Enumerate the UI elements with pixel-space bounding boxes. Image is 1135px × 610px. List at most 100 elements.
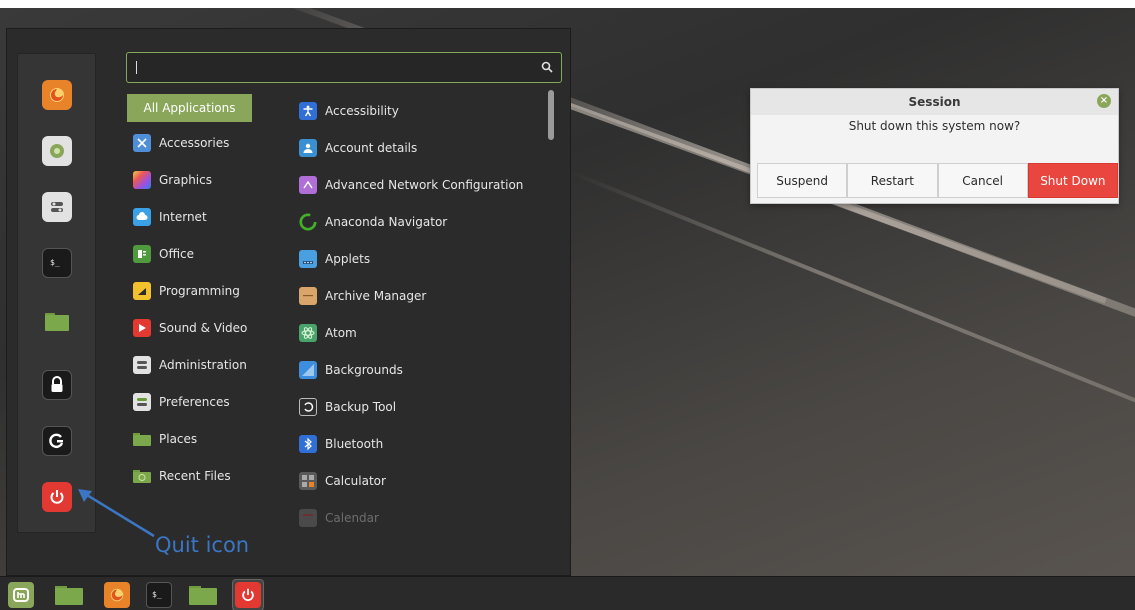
category-office[interactable]: Office bbox=[127, 240, 252, 268]
taskbar-files-icon[interactable] bbox=[188, 582, 218, 608]
category-administration[interactable]: Administration bbox=[127, 351, 252, 379]
preferences-icon bbox=[133, 393, 151, 411]
category-label: Internet bbox=[159, 210, 207, 224]
favorites-sidebar: $_ bbox=[17, 53, 96, 533]
applets-icon bbox=[299, 250, 317, 268]
accessibility-icon bbox=[299, 102, 317, 120]
files-folder-icon[interactable] bbox=[42, 306, 72, 336]
app-label: Anaconda Navigator bbox=[325, 215, 448, 229]
suspend-button[interactable]: Suspend bbox=[757, 163, 848, 198]
annotation-label: Quit icon bbox=[155, 533, 250, 557]
sound-video-icon bbox=[133, 319, 151, 337]
category-label: Programming bbox=[159, 284, 240, 298]
accessories-icon bbox=[133, 134, 151, 152]
category-accessories[interactable]: Accessories bbox=[127, 129, 252, 157]
search-input[interactable] bbox=[141, 57, 521, 79]
svg-text:$_: $_ bbox=[152, 590, 162, 599]
category-label: Sound & Video bbox=[159, 321, 248, 335]
app-label: Calendar bbox=[325, 511, 379, 525]
atom-icon bbox=[299, 324, 317, 342]
app-bluetooth[interactable]: Bluetooth bbox=[299, 431, 549, 457]
app-label: Account details bbox=[325, 141, 418, 155]
cancel-button[interactable]: Cancel bbox=[937, 163, 1028, 198]
app-anaconda-navigator[interactable]: Anaconda Navigator bbox=[299, 209, 549, 235]
category-label: Administration bbox=[159, 358, 247, 372]
places-folder-icon bbox=[133, 430, 151, 448]
app-backgrounds[interactable]: Backgrounds bbox=[299, 357, 549, 383]
quit-icon[interactable] bbox=[42, 482, 72, 512]
category-places[interactable]: Places bbox=[127, 425, 252, 453]
app-advanced-network-configuration[interactable]: Advanced Network Configuration bbox=[299, 172, 549, 198]
backgrounds-icon bbox=[299, 361, 317, 379]
category-all-applications[interactable]: All Applications bbox=[127, 94, 252, 122]
app-label: Accessibility bbox=[325, 104, 399, 118]
category-programming[interactable]: Programming bbox=[127, 277, 252, 305]
taskbar-terminal-icon[interactable]: $_ bbox=[146, 582, 172, 608]
app-atom[interactable]: Atom bbox=[299, 320, 549, 346]
session-dialog: Session × Shut down this system now? Sus… bbox=[750, 88, 1119, 204]
shut-down-button[interactable]: Shut Down bbox=[1027, 163, 1118, 198]
app-accessibility[interactable]: Accessibility bbox=[299, 98, 549, 124]
category-internet[interactable]: Internet bbox=[127, 203, 252, 231]
app-archive-manager[interactable]: Archive Manager bbox=[299, 283, 549, 309]
account-details-icon bbox=[299, 139, 317, 157]
network-config-icon bbox=[299, 176, 317, 194]
category-graphics[interactable]: Graphics bbox=[127, 166, 252, 194]
programming-icon bbox=[133, 282, 151, 300]
app-label: Archive Manager bbox=[325, 289, 427, 303]
taskbar-quit-icon[interactable] bbox=[232, 579, 264, 610]
firefox-icon[interactable] bbox=[42, 80, 72, 110]
anaconda-icon bbox=[299, 213, 317, 231]
dialog-title: Session bbox=[751, 89, 1118, 115]
wallpaper-streak bbox=[569, 170, 1135, 512]
category-label: Recent Files bbox=[159, 469, 231, 483]
category-label: Preferences bbox=[159, 395, 230, 409]
lock-screen-icon[interactable] bbox=[42, 370, 72, 400]
app-backup-tool[interactable]: Backup Tool bbox=[299, 394, 549, 420]
restart-button[interactable]: Restart bbox=[847, 163, 938, 198]
office-icon bbox=[133, 245, 151, 263]
administration-icon bbox=[133, 356, 151, 374]
category-label: Graphics bbox=[159, 173, 212, 187]
taskbar-mint-menu-icon[interactable] bbox=[8, 582, 34, 608]
dialog-message: Shut down this system now? bbox=[848, 119, 1021, 133]
search-box[interactable] bbox=[126, 52, 562, 83]
dialog-button-row: Suspend Restart Cancel Shut Down bbox=[757, 163, 1118, 198]
app-label: Advanced Network Configuration bbox=[325, 178, 524, 192]
app-label: Applets bbox=[325, 252, 371, 266]
app-label: Calculator bbox=[325, 474, 386, 488]
archive-manager-icon bbox=[299, 287, 317, 305]
category-sound-video[interactable]: Sound & Video bbox=[127, 314, 252, 342]
taskbar-show-desktop-icon[interactable] bbox=[54, 582, 84, 608]
taskbar: $_ bbox=[0, 576, 1135, 610]
backup-tool-icon bbox=[299, 398, 317, 416]
app-label: Atom bbox=[325, 326, 357, 340]
text-caret bbox=[136, 61, 137, 74]
logout-icon[interactable] bbox=[42, 426, 72, 456]
calculator-icon bbox=[299, 472, 317, 490]
top-margin bbox=[0, 0, 1135, 8]
app-account-details[interactable]: Account details bbox=[299, 135, 549, 161]
terminal-icon[interactable]: $_ bbox=[42, 248, 72, 278]
bluetooth-icon bbox=[299, 435, 317, 453]
category-preferences[interactable]: Preferences bbox=[127, 388, 252, 416]
recent-files-icon bbox=[133, 467, 151, 485]
system-settings-icon[interactable] bbox=[42, 192, 72, 222]
category-label: All Applications bbox=[143, 101, 236, 115]
category-label: Office bbox=[159, 247, 195, 261]
app-list-scrollbar[interactable] bbox=[548, 90, 554, 140]
software-manager-icon[interactable] bbox=[42, 136, 72, 166]
app-label: Backup Tool bbox=[325, 400, 397, 414]
app-calendar[interactable]: Calendar bbox=[299, 505, 549, 531]
category-label: Accessories bbox=[159, 136, 230, 150]
taskbar-firefox-icon[interactable] bbox=[104, 582, 130, 608]
app-label: Backgrounds bbox=[325, 363, 403, 377]
category-label: Places bbox=[159, 432, 198, 446]
app-label: Bluetooth bbox=[325, 437, 384, 451]
graphics-icon bbox=[133, 171, 151, 189]
search-icon bbox=[541, 61, 553, 73]
internet-icon bbox=[133, 208, 151, 226]
close-icon[interactable]: × bbox=[1097, 94, 1111, 108]
app-applets[interactable]: Applets bbox=[299, 246, 549, 272]
app-calculator[interactable]: Calculator bbox=[299, 468, 549, 494]
